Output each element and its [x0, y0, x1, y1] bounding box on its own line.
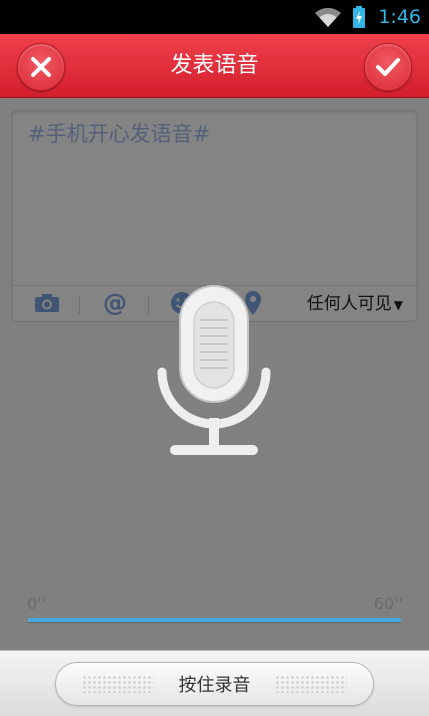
button-texture: [275, 675, 347, 693]
recording-progress-bar: [28, 618, 401, 622]
header-bar: 发表语音: [0, 34, 429, 98]
dropdown-arrow-icon: ▼: [393, 298, 403, 312]
camera-icon: [35, 294, 59, 312]
camera-button[interactable]: [32, 288, 62, 318]
battery-charging-icon: [353, 6, 366, 28]
microphone-icon: [157, 285, 271, 455]
toolbar-divider: [148, 296, 149, 314]
clock: 1:46: [378, 6, 421, 28]
visibility-label: 任何人可见: [306, 294, 392, 314]
record-button-label: 按住录音: [178, 675, 251, 696]
check-icon: [376, 58, 400, 76]
confirm-button[interactable]: [364, 43, 412, 91]
bottom-bar: 按住录音: [0, 650, 429, 716]
mention-button[interactable]: @: [100, 288, 130, 318]
toolbar-divider: [79, 296, 80, 314]
compose-text[interactable]: #手机开心发语音#: [28, 118, 210, 148]
hold-to-record-button[interactable]: 按住录音: [55, 662, 374, 706]
at-icon: @: [103, 290, 127, 316]
timer-start-label: 0'': [27, 594, 46, 613]
status-bar: 1:46: [0, 0, 429, 34]
timer-end-label: 60'': [373, 594, 403, 613]
wifi-icon: [315, 7, 342, 28]
svg-text:@: @: [103, 290, 127, 316]
button-texture: [82, 675, 154, 693]
visibility-selector[interactable]: 任何人可见 ▼: [307, 286, 403, 322]
recording-progress-fill: [28, 618, 401, 622]
